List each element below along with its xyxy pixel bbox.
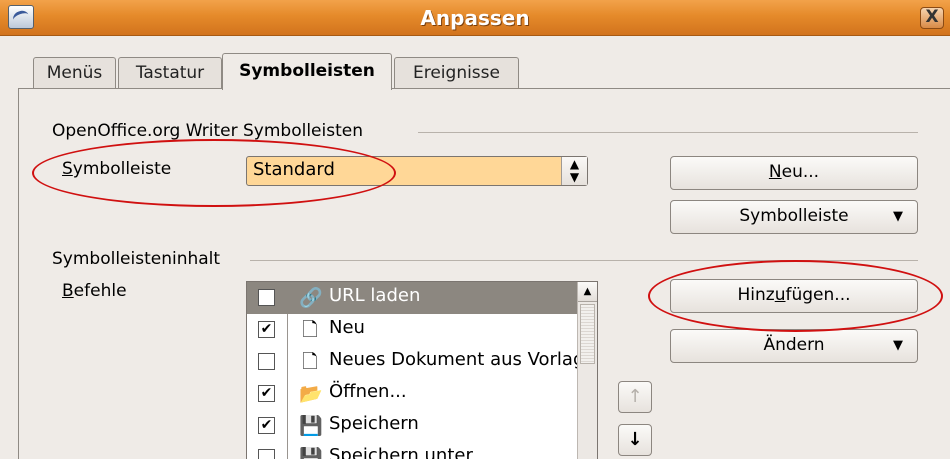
modify-button[interactable]: Ändern ▼ — [670, 329, 918, 363]
list-item[interactable]: 🗋 Neues Dokument aus Vorlage — [247, 346, 595, 378]
toolbar-menu-button[interactable]: Symbolleiste ▼ — [670, 200, 918, 234]
new-document-icon: 🗋 — [302, 351, 318, 373]
spin-arrows-icon[interactable]: ▲ ▼ — [561, 157, 587, 185]
new-document-icon: 🗋 — [302, 319, 318, 341]
tab-keyboard[interactable]: Tastatur — [118, 57, 222, 89]
tab-panel-left-border — [18, 88, 19, 459]
new-button-label: eu... — [781, 162, 820, 182]
tab-toolbars[interactable]: Symbolleisten — [222, 53, 392, 90]
item-label: URL laden — [329, 285, 421, 306]
item-label: Öffnen... — [329, 381, 407, 402]
item-checkbox[interactable] — [258, 353, 275, 370]
list-item[interactable]: 💾 Speichern unter — [247, 442, 577, 459]
move-up-button[interactable]: ↑ — [618, 381, 652, 413]
item-label: Speichern unter — [329, 445, 473, 459]
commands-label: Befehle — [62, 281, 127, 301]
save-as-icon: 💾 — [299, 447, 323, 459]
item-checkbox[interactable]: ✔ — [258, 321, 275, 338]
list-scrollbar[interactable]: ▲ — [577, 282, 597, 459]
dropdown-arrow-icon: ▼ — [893, 209, 903, 224]
tab-events[interactable]: Ereignisse — [394, 57, 519, 89]
commands-label-rest: efehle — [73, 281, 127, 301]
item-label: Speichern — [329, 413, 419, 434]
list-item[interactable]: ✔ 📂 Öffnen... — [247, 378, 577, 410]
item-label: Neues Dokument aus Vorlage — [329, 349, 596, 370]
scroll-up-icon[interactable]: ▲ — [578, 282, 597, 302]
item-checkbox[interactable] — [258, 449, 275, 459]
toolbar-menu-label: Symbolleiste — [739, 206, 849, 226]
item-checkbox[interactable]: ✔ — [258, 417, 275, 434]
list-item[interactable]: ✔ 🗋 Neu — [247, 314, 577, 346]
annotation-ellipse — [648, 260, 943, 332]
modify-label: Ändern — [763, 335, 825, 355]
open-folder-icon: 📂 — [299, 383, 323, 405]
tab-menus[interactable]: Menüs — [33, 57, 116, 89]
content-section-heading: Symbolleisteninhalt — [52, 249, 221, 269]
url-load-icon: 🔗 — [299, 287, 323, 309]
toolbars-section-heading: OpenOffice.org Writer Symbolleisten — [52, 121, 363, 141]
arrow-down-icon: ↓ — [627, 429, 643, 450]
scroll-thumb[interactable] — [580, 304, 595, 364]
close-button[interactable]: X — [920, 7, 944, 29]
item-checkbox[interactable] — [258, 289, 275, 306]
title-bar[interactable]: Anpassen X — [0, 0, 950, 36]
save-icon: 💾 — [299, 415, 323, 437]
tab-panel-border — [18, 88, 950, 89]
list-item[interactable]: ✔ 💾 Speichern — [247, 410, 577, 442]
section-divider — [418, 132, 918, 133]
commands-list[interactable]: 🔗 URL laden ✔ 🗋 Neu 🗋 Neues Dokument aus… — [246, 281, 598, 459]
move-down-button[interactable]: ↓ — [618, 424, 652, 456]
new-toolbar-button[interactable]: Neu... — [670, 156, 918, 190]
arrow-up-icon: ↑ — [627, 386, 643, 407]
item-checkbox[interactable]: ✔ — [258, 385, 275, 402]
list-item[interactable]: 🔗 URL laden — [247, 282, 577, 314]
dropdown-arrow-icon: ▼ — [893, 338, 903, 353]
annotation-ellipse — [32, 139, 396, 207]
window-title: Anpassen — [420, 6, 530, 30]
item-label: Neu — [329, 317, 365, 338]
